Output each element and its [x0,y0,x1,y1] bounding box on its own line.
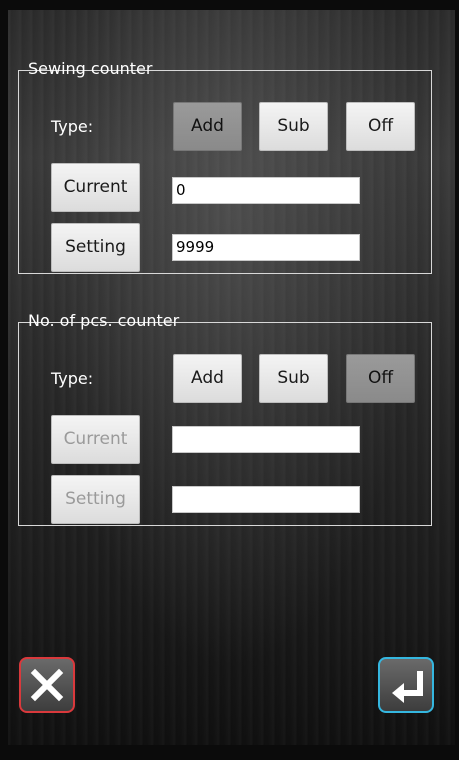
pcs-setting-button[interactable]: Setting [51,475,140,524]
pcs-current-field[interactable] [172,426,360,453]
sewing-type-label: Type: [51,117,94,136]
pcs-type-label: Type: [51,369,94,388]
sewing-current-field[interactable]: 0 [172,177,360,204]
confirm-button[interactable] [378,657,434,713]
sewing-add-button[interactable]: Add [173,102,242,151]
sewing-counter-title: Sewing counter [28,59,153,78]
close-icon [30,668,64,702]
screen: Sewing counter Type: Add Sub Off Current… [8,10,455,745]
sewing-current-button[interactable]: Current [51,163,140,212]
sewing-counter-group: Sewing counter Type: Add Sub Off Current… [18,59,432,274]
sewing-setting-button[interactable]: Setting [51,223,140,272]
sewing-off-button[interactable]: Off [346,102,415,151]
sewing-setting-field[interactable]: 9999 [172,234,360,261]
pcs-sub-button[interactable]: Sub [259,354,328,403]
cancel-button[interactable] [19,657,75,713]
pcs-off-button[interactable]: Off [346,354,415,403]
pcs-current-button[interactable]: Current [51,415,140,464]
pcs-counter-title: No. of pcs. counter [28,311,180,330]
enter-return-icon [392,671,423,703]
pcs-counter-group: No. of pcs. counter Type: Add Sub Off Cu… [18,311,432,526]
pcs-setting-field[interactable] [172,486,360,513]
sewing-sub-button[interactable]: Sub [259,102,328,151]
pcs-add-button[interactable]: Add [173,354,242,403]
